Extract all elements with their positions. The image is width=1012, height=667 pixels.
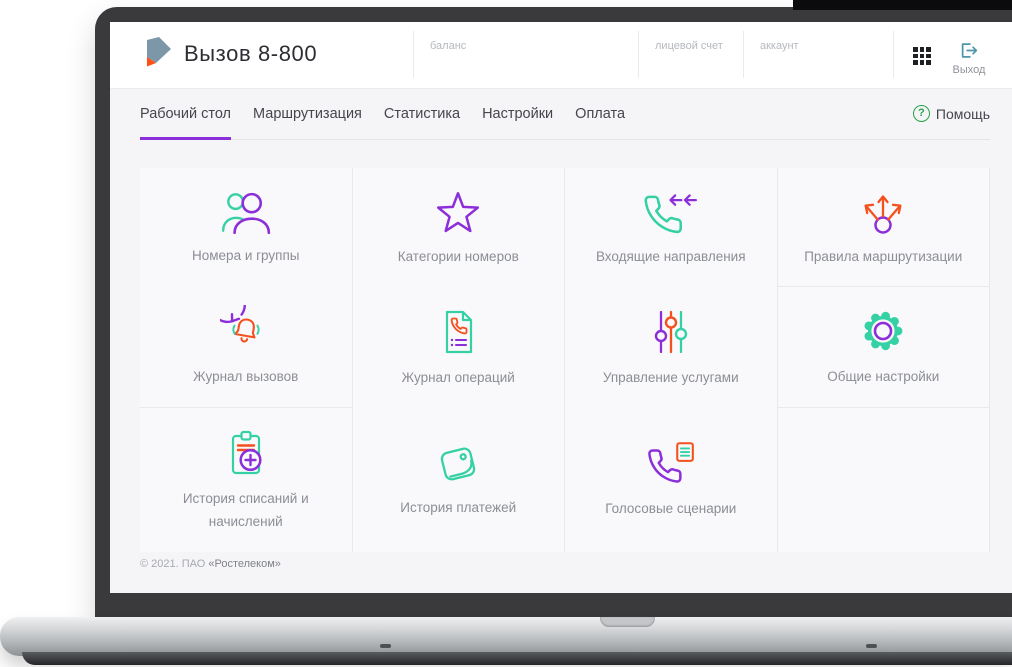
apps-grid-icon[interactable] [913,47,931,65]
rostelecom-logo-icon[interactable] [140,37,172,74]
logout-icon [961,43,978,58]
laptop-foot [380,644,391,648]
card-payments-history[interactable]: История платежей [352,408,565,552]
account-label: аккаунт [760,40,799,52]
laptop-base [0,617,1012,656]
card-label: Журнал операций [401,369,515,385]
gear-icon [864,311,903,351]
tab-settings[interactable]: Настройки [482,88,553,139]
card-call-log[interactable]: Журнал вызовов [140,287,353,408]
star-icon [437,191,480,232]
card-number-categories[interactable]: Категории номеров [352,168,565,287]
card-incoming-directions[interactable]: Входящие направления [565,168,778,287]
routing-arrows-icon [864,195,902,234]
header-divider [893,31,894,78]
card-numbers-groups[interactable]: Номера и группы [140,168,353,287]
header-divider [743,31,744,78]
copyright-text: © 2021. ПАО [140,558,209,570]
main-navigation: Рабочий стол Маршрутизация Статистика На… [140,88,990,140]
tab-statistics[interactable]: Статистика [384,88,460,139]
card-label: Правила маршрутизации [804,249,963,265]
empty-cell [777,408,990,552]
logout-button[interactable]: Выход [944,42,994,76]
app-title: Вызов 8-800 [184,41,318,66]
dashboard-cards: Номера и группы Категории номеров Входящ… [140,168,990,552]
card-label: История платежей [400,500,517,516]
help-label: Помощь [935,105,990,122]
card-routing-rules[interactable]: Правила маршрутизации [777,168,990,287]
tab-payment[interactable]: Оплата [575,88,625,139]
laptop-lid-edge [793,0,1012,10]
card-label: Категории номеров [397,248,519,264]
tab-dashboard[interactable]: Рабочий стол [140,88,232,140]
sliders-icon [654,310,687,353]
card-operations-log[interactable]: Журнал операций [352,287,565,408]
laptop-base-underside [22,652,1012,665]
laptop-lid-notch [600,617,655,627]
card-label: Журнал вызовов [193,369,299,385]
balance-label: баланс [430,40,467,52]
card-label: Управление услугами [602,369,739,385]
card-label: Номера и группы [192,247,300,263]
help-link[interactable]: ? Помощь [912,105,990,122]
card-label: Общие настройки [827,369,940,385]
brand-name: «Ростелеком» [208,558,281,570]
users-icon [221,192,270,234]
laptop-screen: Вызов 8-800 баланс лицевой счет аккаунт … [110,22,1012,593]
card-general-settings[interactable]: Общие настройки [777,287,990,408]
laptop-foot [866,644,877,648]
header-divider [638,31,639,78]
card-service-management[interactable]: Управление услугами [565,287,778,408]
card-label: История списаний и начислений [182,490,309,529]
incoming-call-icon [644,193,697,233]
card-label: Голосовые сценарии [605,501,737,517]
wallet-icon [441,447,476,481]
voice-phone-icon [647,442,694,483]
question-circle-icon: ? [912,105,930,122]
header-divider [413,31,414,78]
call-log-bell-icon [219,305,260,343]
tab-routing[interactable]: Маршрутизация [253,88,362,139]
footer-copyright: © 2021. ПАО «Ростелеком» [140,558,281,570]
card-label: Входящие направления [595,248,746,264]
card-voice-scenarios[interactable]: Голосовые сценарии [565,408,778,552]
app-header: Вызов 8-800 баланс лицевой счет аккаунт … [110,22,1012,89]
operations-document-icon [446,310,473,353]
card-charges-history[interactable]: История списаний и начислений [140,408,353,552]
personal-account-label: лицевой счет [655,40,723,52]
clipboard-plus-icon [231,430,262,474]
logout-label: Выход [952,64,986,76]
